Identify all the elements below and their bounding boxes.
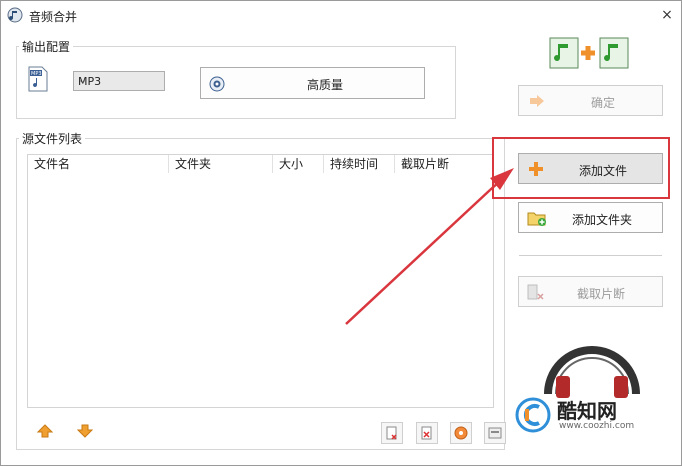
column-header-filename[interactable]: 文件名	[28, 155, 169, 173]
svg-text:MP3: MP3	[31, 71, 42, 77]
clip-label: 截取片断	[577, 287, 626, 301]
watermark-logo-icon	[513, 397, 553, 436]
add-file-label: 添加文件	[579, 164, 628, 178]
settings-button[interactable]	[484, 422, 506, 444]
add-folder-button[interactable]: 添加文件夹	[518, 202, 663, 233]
add-file-button[interactable]: 添加文件	[518, 153, 663, 184]
watermark: 酷知网 www.coozhi.com	[509, 393, 669, 437]
output-config-label: 输出配置	[19, 38, 74, 55]
title-bar: 音频合并 ×	[1, 1, 681, 29]
confirm-icon	[529, 94, 545, 111]
annotation-arrow	[345, 168, 514, 325]
add-folder-label: 添加文件夹	[572, 213, 633, 227]
confirm-label: 确定	[591, 96, 616, 110]
divider	[519, 255, 662, 256]
move-up-icon[interactable]	[36, 424, 54, 438]
clip-button[interactable]: 截取片断	[518, 276, 663, 307]
quality-icon	[209, 76, 225, 95]
app-icon	[7, 7, 23, 23]
move-down-icon[interactable]	[76, 424, 94, 438]
play-button[interactable]	[450, 422, 472, 444]
window-title: 音频合并	[29, 10, 78, 24]
clear-list-button[interactable]	[416, 422, 438, 444]
format-dropdown[interactable]: MP3 ⌄	[73, 71, 165, 91]
quality-button[interactable]: 高质量	[200, 67, 425, 99]
folder-add-icon	[527, 209, 547, 230]
add-icon	[527, 160, 545, 181]
close-button[interactable]: ×	[656, 4, 678, 26]
column-header-size[interactable]: 大小	[273, 155, 324, 173]
clip-icon	[527, 284, 545, 303]
chevron-down-icon: ⌄	[78, 73, 88, 86]
watermark-brand: 酷知网	[557, 399, 617, 423]
mp3-file-icon: MP3	[27, 66, 49, 92]
column-header-folder[interactable]: 文件夹	[169, 155, 273, 173]
confirm-button[interactable]: 确定	[518, 85, 663, 116]
remove-file-button[interactable]	[381, 422, 403, 444]
source-list-label: 源文件列表	[19, 130, 86, 147]
quality-label: 高质量	[307, 78, 344, 92]
merge-audio-logo	[548, 36, 630, 70]
watermark-url: www.coozhi.com	[559, 421, 635, 431]
